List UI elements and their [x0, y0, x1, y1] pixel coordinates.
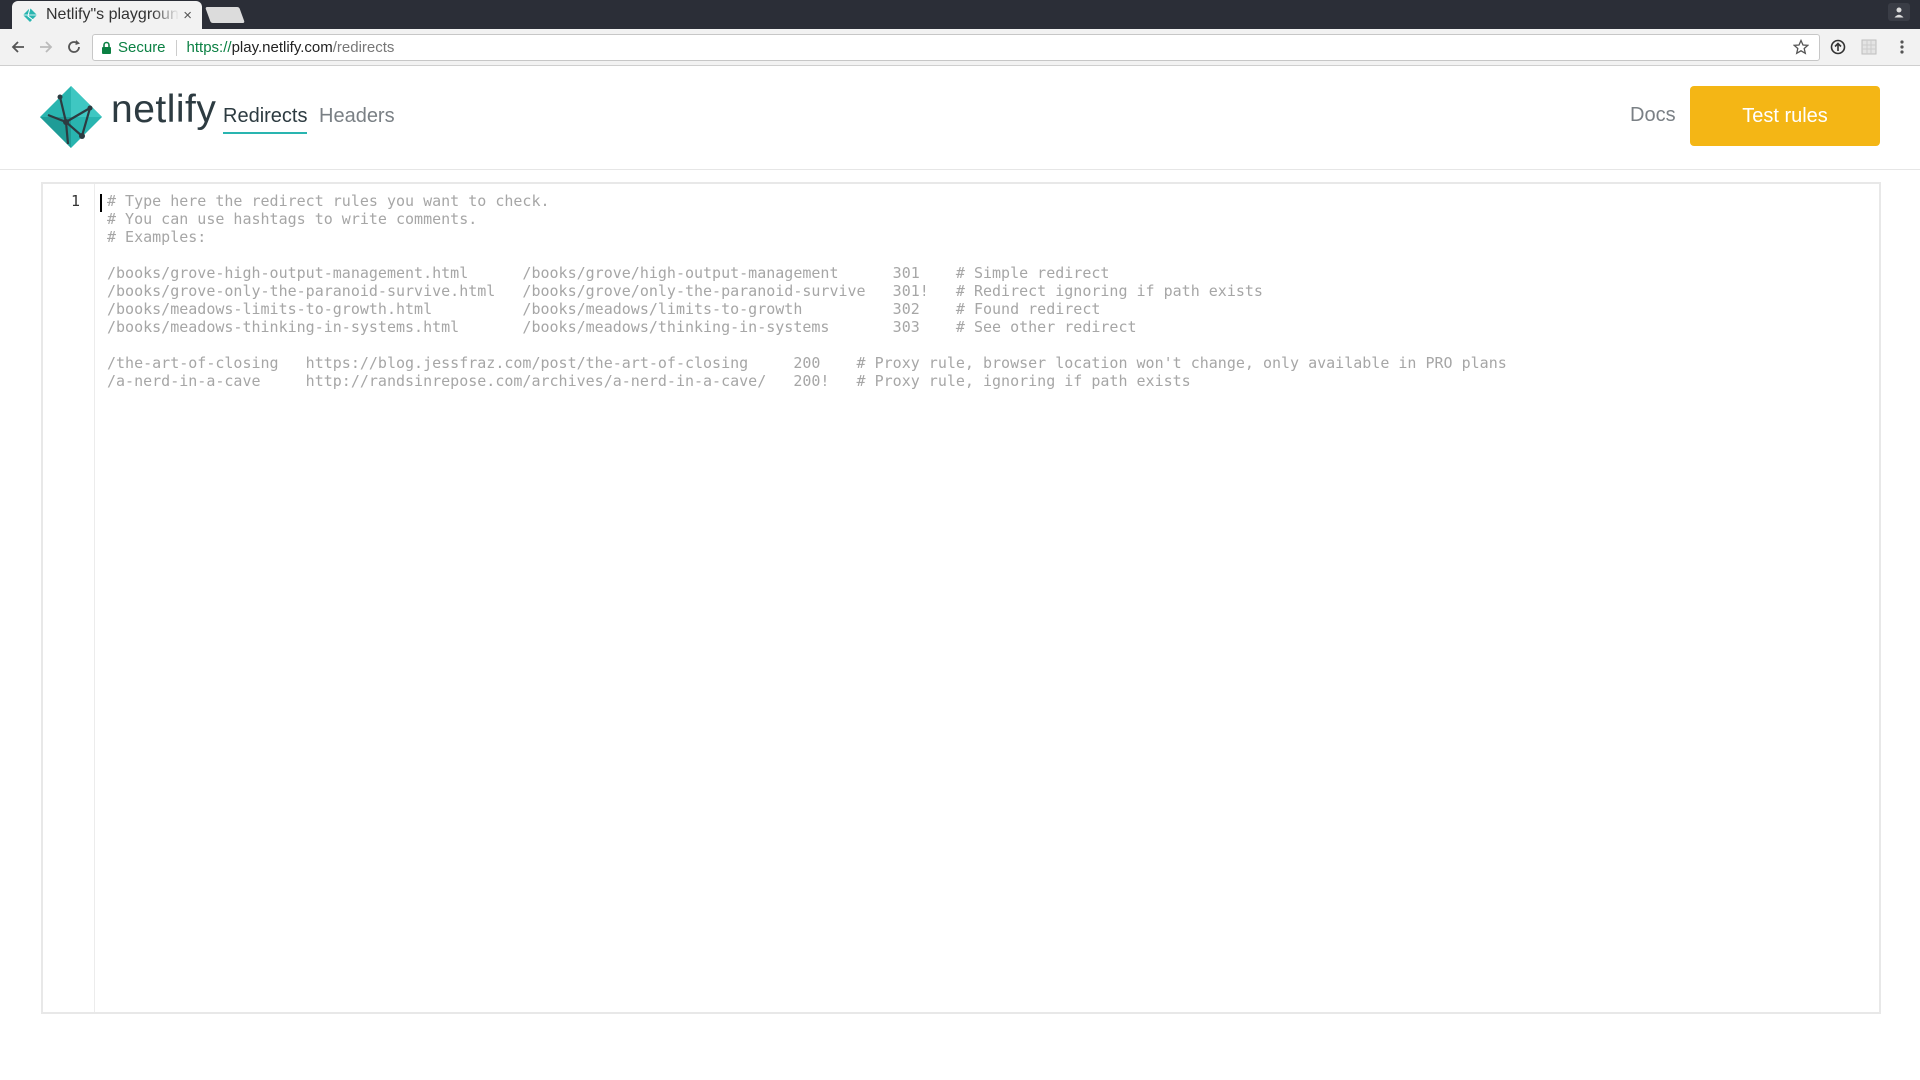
- tab-title: Netlify"s playground: [46, 6, 180, 23]
- placeholder-line: /books/meadows-limits-to-growth.html /bo…: [107, 300, 1101, 318]
- brand-name: netlify: [111, 88, 217, 131]
- new-tab-button[interactable]: [205, 7, 245, 23]
- tab-headers[interactable]: Headers: [319, 105, 395, 132]
- forward-button[interactable]: [36, 37, 56, 57]
- text-caret: [100, 194, 102, 212]
- docs-link[interactable]: Docs: [1630, 104, 1676, 127]
- lock-icon: [102, 41, 111, 54]
- url-host: play.netlify.com: [231, 39, 333, 56]
- url-path: /redirects: [332, 39, 395, 56]
- line-number-gutter: 1: [43, 184, 95, 1012]
- address-separator: [175, 39, 177, 56]
- reload-button[interactable]: [64, 37, 84, 57]
- circle-arrow-icon: [1830, 39, 1846, 55]
- netlify-logo-icon[interactable]: [38, 84, 104, 150]
- placeholder-line: /a-nerd-in-a-cave http://randsinrepose.c…: [107, 372, 1191, 390]
- extension-grid-icon[interactable]: [1859, 37, 1879, 57]
- reload-icon: [68, 40, 80, 53]
- placeholder-line: [107, 336, 1879, 354]
- profile-icon[interactable]: [1888, 3, 1910, 21]
- user-icon: [1894, 7, 1904, 18]
- app-header: netlify Redirects Headers Docs Test rule…: [0, 66, 1920, 170]
- browser-tab-strip: Netlify"s playground ×: [0, 0, 1920, 29]
- placeholder-line: /books/meadows-thinking-in-systems.html …: [107, 318, 1137, 336]
- close-tab-icon[interactable]: ×: [183, 7, 192, 24]
- placeholder-line: # You can use hashtags to write comments…: [107, 210, 478, 228]
- placeholder-line: /books/grove-only-the-paranoid-survive.h…: [107, 282, 1263, 300]
- placeholder-line: /books/grove-high-output-management.html…: [107, 264, 1110, 282]
- test-rules-button[interactable]: Test rules: [1690, 86, 1880, 146]
- back-button[interactable]: [8, 37, 28, 57]
- browser-toolbar: Secure https:// play.netlify.com /redire…: [0, 29, 1920, 66]
- secure-indicator[interactable]: Secure: [101, 39, 166, 56]
- code-textarea[interactable]: # Type here the redirect rules you want …: [95, 184, 1879, 1012]
- address-bar[interactable]: Secure https:// play.netlify.com /redire…: [92, 34, 1820, 61]
- url-scheme: https://: [186, 39, 232, 56]
- arrow-left-icon: [11, 41, 24, 53]
- browser-tab[interactable]: Netlify"s playground ×: [12, 1, 202, 29]
- netlify-favicon-icon: [23, 7, 37, 22]
- secure-label: Secure: [118, 39, 166, 56]
- placeholder-line: [107, 246, 1879, 264]
- placeholder-line: /the-art-of-closing https://blog.jessfra…: [107, 354, 1507, 372]
- extension-icon[interactable]: [1828, 37, 1848, 57]
- bookmark-star-icon[interactable]: [1792, 38, 1810, 59]
- line-number: 1: [70, 192, 80, 210]
- arrow-right-icon: [40, 41, 53, 53]
- tab-redirects[interactable]: Redirects: [223, 105, 308, 134]
- kebab-menu-icon: [1900, 40, 1904, 54]
- browser-menu-button[interactable]: [1892, 37, 1912, 57]
- placeholder-line: # Examples:: [107, 228, 207, 246]
- placeholder-line: # Type here the redirect rules you want …: [107, 192, 550, 210]
- rules-editor: 1 # Type here the redirect rules you wan…: [41, 182, 1881, 1014]
